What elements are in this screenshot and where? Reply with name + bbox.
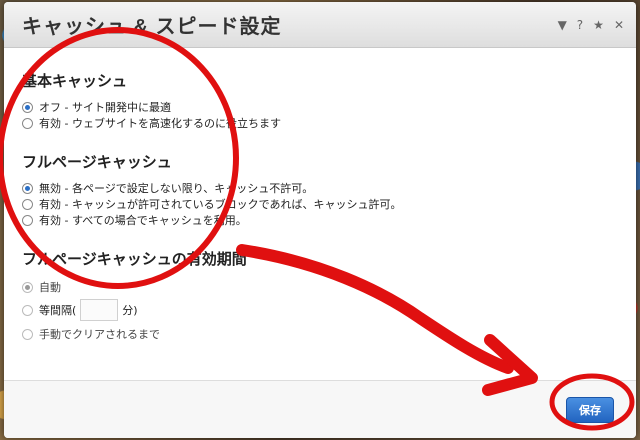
star-icon[interactable]: ★ [593,19,604,31]
radio-button[interactable] [22,117,33,129]
full-page-cache-section: フルページキャッシュ 無効 - 各ページで設定しない限り、キャッシュ不許可。 有… [22,151,636,228]
full-page-cache-heading: フルページキャッシュ [22,154,172,171]
full-page-cache-all-option[interactable]: 有効 - すべての場合でキャッシュを利用。 [22,212,636,228]
expiry-interval-option[interactable]: 等間隔( 分) [22,297,636,323]
option-label: 無効 - 各ページで設定しない限り、キャッシュ不許可。 [39,182,314,195]
interval-suffix: 分) [122,304,138,317]
option-label: 有効 - ウェブサイトを高速化するのに役立ちます [39,117,281,130]
interval-prefix: 等間隔( [39,304,77,317]
full-page-cache-block-option[interactable]: 有効 - キャッシュが許可されているブロックであれば、キャッシュ許可。 [22,196,636,212]
dialog-body: 基本キャッシュ オフ - サイト開発中に最適 有効 - ウェブサイトを高速化する… [4,48,636,378]
basic-cache-heading: 基本キャッシュ [22,73,128,90]
basic-cache-section: 基本キャッシュ オフ - サイト開発中に最適 有効 - ウェブサイトを高速化する… [22,70,636,131]
option-label: 有効 - キャッシュが許可されているブロックであれば、キャッシュ許可。 [39,198,402,211]
radio-button[interactable] [22,304,33,316]
close-icon[interactable]: ✕ [614,19,624,31]
radio-button[interactable] [22,101,33,113]
dialog-title: キャッシュ & スピード設定 [22,16,282,38]
option-label: オフ - サイト開発中に最適 [39,101,171,114]
interval-minutes-input[interactable] [80,299,119,321]
full-page-expiry-section: フルページキャッシュの有効期間 自動 等間隔( 分) 手動でクリアされるまで [22,248,636,345]
expiry-auto-option[interactable]: 自動 [22,277,636,297]
cache-settings-dialog: キャッシュ & スピード設定 ▼ ? ★ ✕ 基本キャッシュ オフ - サイト開… [4,2,636,438]
basic-cache-off-option[interactable]: オフ - サイト開発中に最適 [22,99,636,115]
option-label: 手動でクリアされるまで [39,328,160,341]
radio-button[interactable] [22,281,33,293]
option-label: 自動 [39,281,61,294]
dialog-header: キャッシュ & スピード設定 ▼ ? ★ ✕ [4,2,636,48]
radio-button[interactable] [22,214,33,226]
dialog-footer: 保存 [4,380,636,438]
radio-button[interactable] [22,328,33,340]
radio-button[interactable] [22,198,33,210]
help-icon[interactable]: ? [577,19,583,31]
basic-cache-on-option[interactable]: 有効 - ウェブサイトを高速化するのに役立ちます [22,115,636,131]
full-page-expiry-heading: フルページキャッシュの有効期間 [22,251,247,268]
expiry-manual-option[interactable]: 手動でクリアされるまで [22,323,636,345]
header-tools: ▼ ? ★ ✕ [558,19,624,31]
chevron-down-icon[interactable]: ▼ [558,19,567,31]
save-button[interactable]: 保存 [566,397,614,423]
option-label: 有効 - すべての場合でキャッシュを利用。 [39,214,247,227]
radio-button[interactable] [22,182,33,194]
full-page-cache-disabled-option[interactable]: 無効 - 各ページで設定しない限り、キャッシュ不許可。 [22,180,636,196]
